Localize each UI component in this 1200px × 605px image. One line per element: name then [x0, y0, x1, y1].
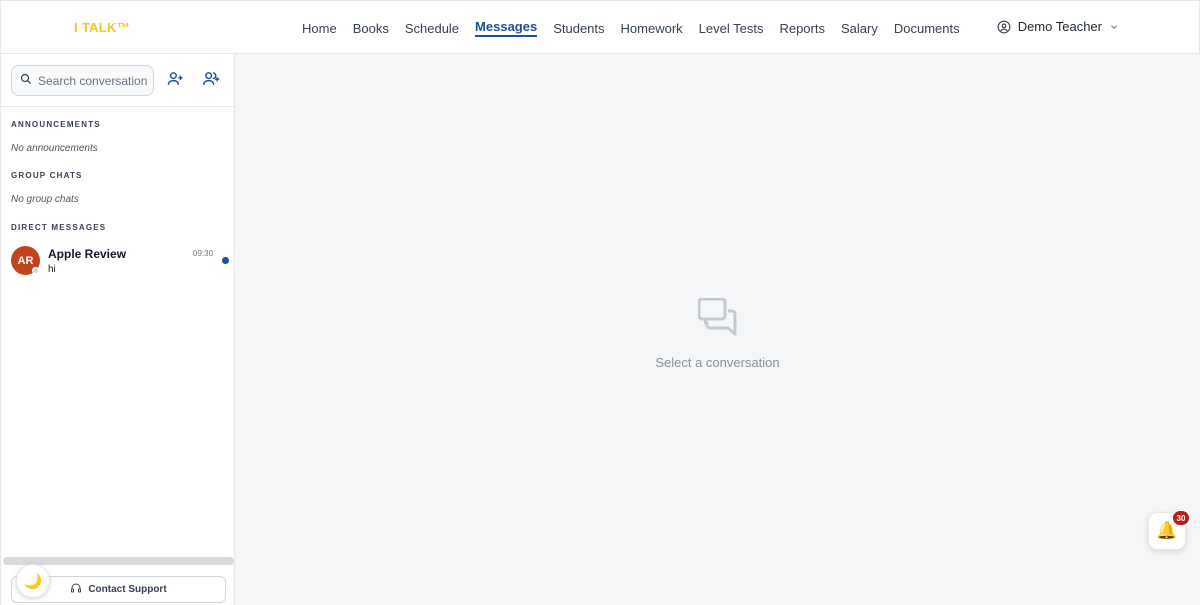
conversation-preview: hi [48, 264, 56, 275]
user-circle-icon [997, 20, 1011, 34]
presence-indicator [32, 267, 39, 274]
chat-bubbles-icon [697, 298, 738, 340]
announcements-heading: ANNOUNCEMENTS [11, 120, 101, 129]
conversation-sidebar: ANNOUNCEMENTS No announcements GROUP CHA… [0, 54, 235, 605]
headset-icon [70, 582, 82, 597]
nav-home[interactable]: Home [302, 19, 337, 38]
nav-salary[interactable]: Salary [841, 19, 878, 38]
conversation-panel: Select a conversation [235, 54, 1200, 605]
app-logo[interactable]: I TALK™ [74, 20, 130, 35]
nav-schedule[interactable]: Schedule [405, 19, 459, 38]
new-group-button[interactable] [201, 71, 221, 91]
search-icon [20, 72, 32, 90]
user-menu[interactable]: Demo Teacher [997, 19, 1119, 34]
conversation-time: 09:30 [193, 249, 214, 258]
direct-messages-heading: DIRECT MESSAGES [11, 223, 107, 232]
nav-homework[interactable]: Homework [621, 19, 683, 38]
users-plus-icon [202, 70, 220, 92]
new-message-button[interactable] [165, 71, 185, 91]
nav-documents[interactable]: Documents [894, 19, 960, 38]
contact-support-label: Contact Support [88, 584, 167, 595]
nav-messages[interactable]: Messages [475, 17, 538, 37]
empty-state: Select a conversation [235, 298, 1200, 370]
unread-indicator [222, 257, 229, 264]
nav-books[interactable]: Books [353, 19, 389, 38]
group-chats-empty: No group chats [11, 194, 79, 205]
user-name: Demo Teacher [1017, 19, 1102, 34]
empty-state-label: Select a conversation [655, 355, 780, 370]
top-navbar: I TALK™ Home Books Schedule Messages Stu… [0, 0, 1200, 54]
theme-toggle-button[interactable]: 🌙 [16, 564, 50, 598]
notification-count-badge: 30 [1172, 510, 1190, 526]
moon-icon: 🌙 [23, 573, 43, 590]
announcements-empty: No announcements [11, 143, 98, 154]
main-nav: Home Books Schedule Messages Students Ho… [302, 1, 960, 55]
sidebar-toolbar [1, 54, 234, 107]
search-box[interactable] [11, 65, 154, 96]
group-chats-heading: GROUP CHATS [11, 171, 83, 180]
nav-level-tests[interactable]: Level Tests [699, 19, 764, 38]
nav-students[interactable]: Students [553, 19, 604, 38]
nav-reports[interactable]: Reports [779, 19, 825, 38]
conversation-name: Apple Review [48, 247, 127, 261]
search-input[interactable] [38, 73, 148, 88]
conversation-item[interactable]: AR Apple Review hi 09:30 [1, 242, 235, 286]
chevron-down-icon [1109, 22, 1119, 32]
user-plus-icon [167, 70, 184, 92]
